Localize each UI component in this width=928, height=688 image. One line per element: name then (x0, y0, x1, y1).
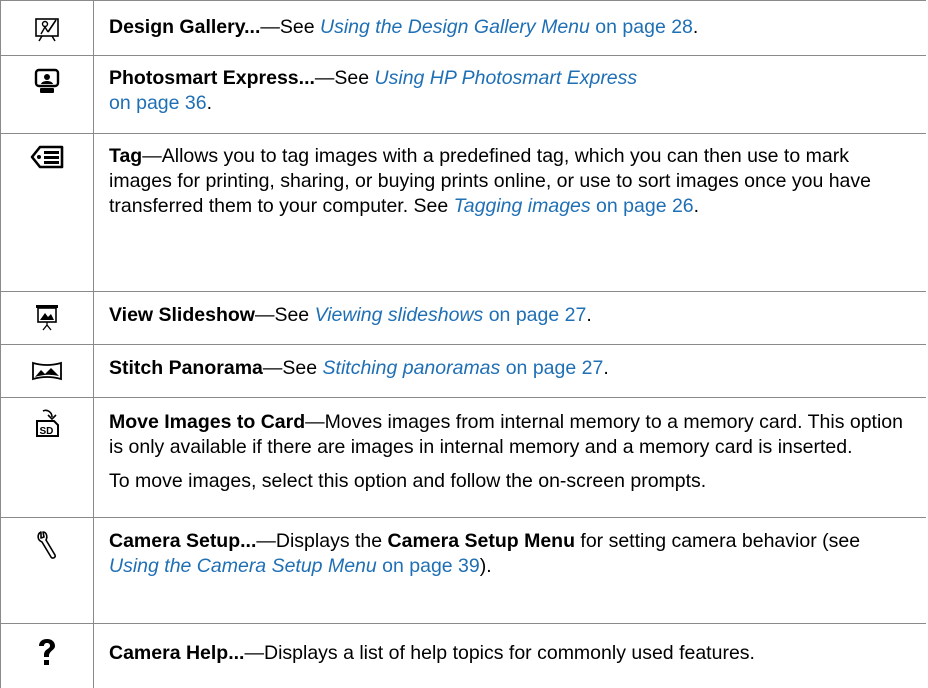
page-ref[interactable]: on page 39 (377, 555, 480, 577)
row-divider (0, 0, 926, 1)
row-divider (0, 344, 926, 345)
photosmart-express-title: Photosmart Express... (109, 67, 315, 89)
photosmart-express-link[interactable]: Using HP Photosmart Express (375, 67, 638, 89)
camera-setup-title: Camera Setup... (109, 530, 257, 552)
design-gallery-icon (0, 16, 93, 42)
slideshow-icon (0, 303, 93, 331)
page-ref[interactable]: on page 27 (483, 304, 587, 326)
photosmart-express-description: Photosmart Express...—See Using HP Photo… (109, 67, 638, 114)
page-ref[interactable]: on page 36 (109, 92, 207, 114)
svg-text:SD: SD (39, 426, 53, 437)
page-ref[interactable]: on page 27 (500, 357, 604, 379)
design-gallery-description: Design Gallery...—See Using the Design G… (109, 16, 699, 38)
slideshow-description: View Slideshow—See Viewing slideshows on… (109, 304, 592, 326)
camera-help-description: Camera Help...—Displays a list of help t… (109, 642, 755, 664)
row-divider (0, 55, 926, 56)
move-images-instructions: To move images, select this option and f… (109, 470, 707, 492)
slideshow-title: View Slideshow (109, 304, 255, 326)
camera-help-title: Camera Help... (109, 642, 245, 664)
page-ref[interactable]: on page 28 (590, 16, 693, 38)
row-divider (0, 517, 926, 518)
menu-options-table: Design Gallery...—See Using the Design G… (0, 0, 926, 688)
camera-setup-link[interactable]: Using the Camera Setup Menu (109, 555, 377, 577)
panorama-title: Stitch Panorama (109, 357, 263, 379)
row-divider (0, 291, 926, 292)
row-divider (0, 397, 926, 398)
move-images-description: Move Images to Card—Moves images from in… (109, 410, 909, 494)
panorama-icon (0, 360, 93, 382)
photosmart-express-icon (0, 67, 93, 95)
design-gallery-link[interactable]: Using the Design Gallery Menu (320, 16, 590, 38)
viewing-slideshows-link[interactable]: Viewing slideshows (315, 304, 484, 326)
tag-description: Tag—Allows you to tag images with a pred… (109, 145, 871, 217)
row-divider (0, 133, 926, 134)
camera-setup-description: Camera Setup...—Displays the Camera Setu… (109, 530, 861, 577)
stitching-panoramas-link[interactable]: Stitching panoramas (323, 357, 501, 379)
wrench-icon (0, 530, 93, 560)
help-question-icon (0, 638, 93, 668)
row-divider (0, 623, 926, 624)
page-ref[interactable]: on page 26 (591, 195, 694, 217)
design-gallery-title: Design Gallery... (109, 16, 261, 38)
panorama-description: Stitch Panorama—See Stitching panoramas … (109, 357, 609, 379)
tagging-images-link[interactable]: Tagging images (454, 195, 591, 217)
move-images-title: Move Images to Card (109, 411, 306, 433)
sd-card-move-icon: SD (0, 408, 93, 438)
tag-title: Tag (109, 145, 143, 167)
camera-setup-menu-name: Camera Setup Menu (387, 530, 575, 552)
tag-icon (0, 144, 93, 170)
